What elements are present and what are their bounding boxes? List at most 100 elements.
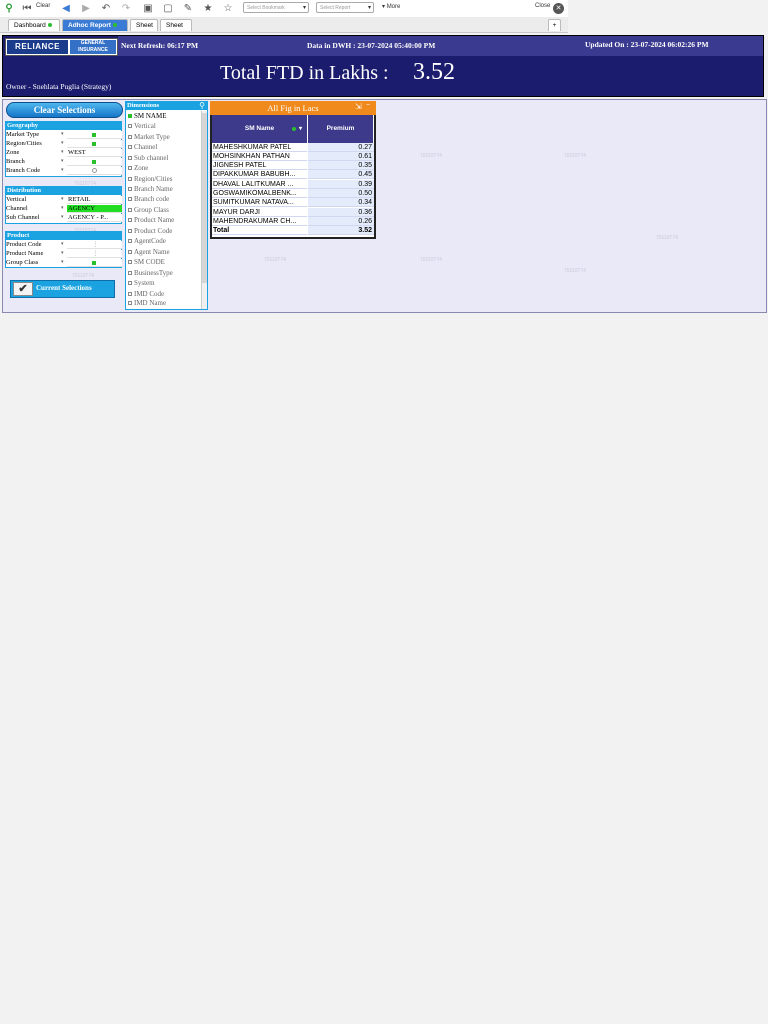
- close-icon[interactable]: ✕: [553, 3, 564, 14]
- back-icon[interactable]: ◀: [60, 2, 72, 15]
- chevron-down-icon: ▾: [382, 4, 386, 10]
- tab-sheet-1[interactable]: Sheet: [130, 19, 158, 31]
- filter-vertical[interactable]: Vertical ▾ RETAIL: [6, 196, 122, 204]
- dimension-item[interactable]: Branch Name: [128, 184, 173, 194]
- chevron-down-icon[interactable]: ▾: [61, 196, 66, 204]
- dimension-item[interactable]: Group Class: [128, 205, 169, 215]
- dimension-item[interactable]: Channel: [128, 142, 157, 152]
- scrollbar[interactable]: [201, 111, 207, 309]
- chevron-down-icon[interactable]: ▾: [61, 131, 66, 139]
- lock-icon[interactable]: ▣: [142, 2, 154, 15]
- table-row[interactable]: MAHENDRAKUMAR CH... 0.26: [212, 217, 374, 226]
- chevron-down-icon[interactable]: ▾: [61, 241, 66, 249]
- current-selections-button[interactable]: ✔ Current Selections: [10, 280, 115, 298]
- clear-selections-button[interactable]: Clear Selections: [6, 102, 123, 118]
- chevron-down-icon[interactable]: ▾: [61, 250, 66, 258]
- table-row[interactable]: SUMITKUMAR NATAVA... 0.34: [212, 198, 374, 207]
- tab-sheet-2[interactable]: Sheet: [160, 19, 192, 31]
- table-row[interactable]: DHAVAL LALITKUMAR ... 0.39: [212, 180, 374, 189]
- chevron-down-icon[interactable]: ▾: [61, 167, 66, 175]
- export-icon[interactable]: ⇲: [355, 102, 362, 111]
- dimension-item[interactable]: Region/Cities: [128, 174, 173, 184]
- filter-label: Sub Channel: [6, 214, 40, 221]
- column-header-premium[interactable]: Premium: [308, 115, 374, 143]
- bookmark-select[interactable]: Select Bookmark ▾: [243, 2, 309, 13]
- filter-sub-channel[interactable]: Sub Channel ▾ AGENCY - P...: [6, 214, 122, 222]
- chevron-down-icon[interactable]: ▾: [61, 149, 66, 157]
- add-tab-button[interactable]: +: [548, 19, 561, 31]
- redo-icon[interactable]: ↷: [120, 2, 132, 15]
- dimension-item[interactable]: BusinessType: [128, 268, 173, 278]
- filter-product-code[interactable]: Product Code ▾ ⋮: [6, 241, 122, 249]
- dimension-item[interactable]: Branch code: [128, 194, 169, 204]
- filter-region-cities[interactable]: Region/Cities ▾: [6, 140, 122, 148]
- close-label[interactable]: Close: [535, 3, 550, 9]
- dimension-item[interactable]: Vertical: [128, 121, 156, 131]
- filter-value[interactable]: [67, 259, 122, 267]
- dimension-item[interactable]: Agent Name: [128, 247, 170, 257]
- filter-value[interactable]: WEST: [67, 149, 122, 157]
- filter-value-selected[interactable]: AGENCY: [67, 205, 122, 213]
- checkbox-icon: [128, 187, 132, 192]
- table-row[interactable]: MOHSINKHAN PATHAN 0.61: [212, 152, 374, 161]
- clear-button[interactable]: Clear: [36, 3, 50, 9]
- tab-adhoc-report[interactable]: Adhoc Report: [62, 19, 128, 31]
- filter-value[interactable]: RETAIL: [67, 196, 122, 204]
- tick-icon: ⋮: [92, 250, 99, 257]
- checkbox-icon: [128, 124, 132, 129]
- dimension-item[interactable]: Zone: [128, 163, 148, 173]
- filter-product-name[interactable]: Product Name ▾ ⋮: [6, 250, 122, 258]
- unlock-icon[interactable]: ▢: [162, 2, 174, 15]
- dimension-item[interactable]: Product Name: [128, 215, 174, 225]
- filter-value[interactable]: [67, 167, 122, 175]
- forward-icon[interactable]: ▶: [80, 2, 92, 15]
- edit-icon[interactable]: ✎: [182, 2, 194, 15]
- chevron-down-icon[interactable]: ▾: [61, 158, 66, 166]
- search-icon[interactable]: ⚲: [2, 2, 16, 15]
- dimension-item[interactable]: AgentCode: [128, 236, 166, 246]
- filter-group-class[interactable]: Group Class ▾: [6, 259, 122, 267]
- filter-value[interactable]: AGENCY - P...: [67, 214, 122, 222]
- tab-dashboard[interactable]: Dashboard: [8, 19, 60, 31]
- chevron-down-icon[interactable]: ▾: [61, 214, 66, 222]
- filter-zone[interactable]: Zone ▾ WEST: [6, 149, 122, 157]
- bookmark-icon[interactable]: ☆: [222, 2, 234, 15]
- dimension-item[interactable]: IMD Name: [128, 298, 166, 308]
- dimension-item[interactable]: Product Code: [128, 226, 172, 236]
- chevron-down-icon[interactable]: ▾: [299, 115, 302, 143]
- dimension-item[interactable]: System: [128, 278, 155, 288]
- filter-branch-code[interactable]: Branch Code ▾: [6, 167, 122, 175]
- filter-value[interactable]: ⋮: [67, 250, 122, 258]
- dimension-item[interactable]: Sub channel: [128, 153, 168, 163]
- filter-value[interactable]: [67, 131, 122, 139]
- filter-branch[interactable]: Branch ▾: [6, 158, 122, 166]
- undo-icon[interactable]: ↶: [100, 2, 112, 15]
- filter-market-type[interactable]: Market Type ▾: [6, 131, 122, 139]
- chevron-down-icon[interactable]: ▾: [61, 259, 66, 267]
- table-row[interactable]: MAHESHKUMAR PATEL 0.27: [212, 143, 374, 152]
- clear-icon[interactable]: ⏮: [22, 2, 32, 15]
- green-indicator-icon: [92, 260, 96, 265]
- table-row[interactable]: JIGNESH PATEL 0.35: [212, 161, 374, 170]
- table-row[interactable]: DIPAKKUMAR BABUBH... 0.45: [212, 170, 374, 179]
- minimize-icon[interactable]: −: [366, 102, 370, 109]
- table-row[interactable]: MAYUR DARJI 0.36: [212, 208, 374, 217]
- more-button[interactable]: ▾ More: [382, 3, 400, 10]
- table-row[interactable]: GOSWAMIKOMALBENK... 0.50: [212, 189, 374, 198]
- column-header-sm-name[interactable]: SM Name ▾: [212, 115, 308, 143]
- dimension-item[interactable]: SM CODE: [128, 257, 165, 267]
- dimension-item[interactable]: SM NAME: [128, 111, 166, 121]
- filter-value[interactable]: [67, 140, 122, 148]
- report-select[interactable]: Select Report ▾: [316, 2, 374, 13]
- dimension-item[interactable]: Market Type: [128, 132, 170, 142]
- search-icon[interactable]: ⚲: [197, 101, 207, 110]
- chevron-down-icon[interactable]: ▾: [61, 140, 66, 148]
- filter-value[interactable]: [67, 158, 122, 166]
- filter-channel[interactable]: Channel ▾ AGENCY: [6, 205, 122, 213]
- bookmark-add-icon[interactable]: ★: [202, 2, 214, 15]
- tab-label: Sheet: [136, 22, 153, 29]
- scrollbar-thumb[interactable]: [202, 113, 207, 283]
- chevron-down-icon[interactable]: ▾: [61, 205, 66, 213]
- cell-total-value: 3.52: [308, 226, 374, 235]
- filter-value[interactable]: ⋮: [67, 241, 122, 249]
